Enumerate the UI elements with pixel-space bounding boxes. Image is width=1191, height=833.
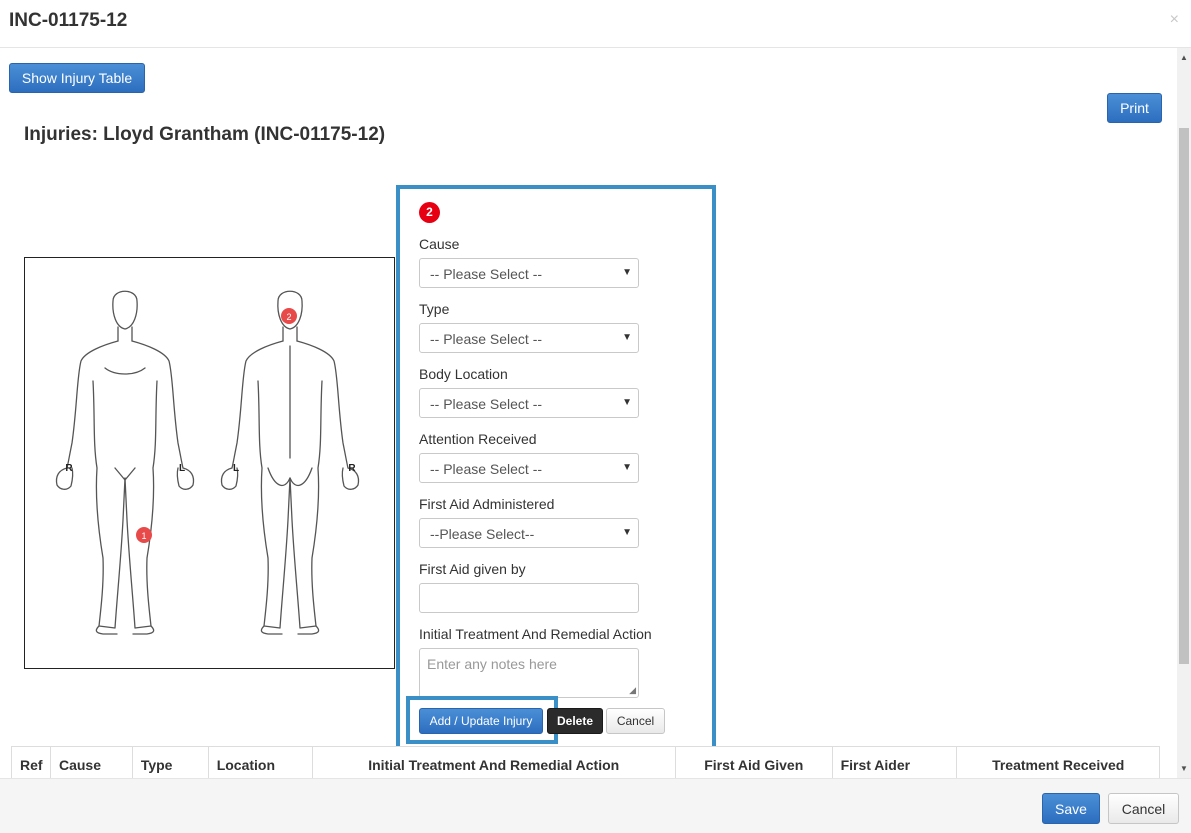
dropdown-arrow-icon: ▼ (622, 397, 632, 408)
show-injury-table-button[interactable]: Show Injury Table (9, 63, 145, 93)
first-aid-administered-label: First Aid Administered (419, 496, 555, 512)
attention-received-select[interactable]: -- Please Select -- ▼ (419, 453, 639, 483)
type-label: Type (419, 301, 450, 317)
attention-received-label: Attention Received (419, 431, 537, 447)
table-header-cause: Cause (51, 747, 133, 780)
first-aid-given-by-input[interactable] (419, 583, 639, 613)
table-header-treatment-received: Treatment Received (992, 757, 1125, 773)
back-left-hand-label: L (233, 463, 239, 474)
print-button[interactable]: Print (1107, 93, 1162, 123)
dropdown-arrow-icon: ▼ (622, 527, 632, 538)
resize-handle-icon[interactable]: ◢ (629, 685, 636, 696)
first-aid-administered-select[interactable]: --Please Select-- ▼ (419, 518, 639, 548)
body-location-label: Body Location (419, 366, 508, 382)
body-location-select-value: -- Please Select -- (430, 396, 543, 412)
table-header-first-aider: First Aider (833, 747, 958, 780)
type-select[interactable]: -- Please Select -- ▼ (419, 323, 639, 353)
table-header-first-aid-given: First Aid Given (676, 747, 833, 780)
injury-marker-2[interactable]: 2 (281, 308, 297, 324)
injury-marker-2-number: 2 (286, 312, 291, 322)
injuries-title: Injuries: Lloyd Grantham (INC-01175-12) (24, 124, 386, 145)
scrollbar-thumb[interactable] (1179, 128, 1189, 664)
cancel-injury-button[interactable]: Cancel (606, 708, 665, 734)
initial-treatment-label: Initial Treatment And Remedial Action (419, 626, 652, 642)
add-update-injury-button[interactable]: Add / Update Injury (419, 708, 543, 734)
table-header-ref: Ref (12, 747, 51, 780)
selected-marker-badge: 2 (419, 202, 440, 223)
table-header-location: Location (209, 747, 313, 780)
back-body-figure (220, 290, 360, 635)
type-select-value: -- Please Select -- (430, 331, 543, 347)
body-diagram[interactable]: R L L R 1 2 (24, 257, 395, 669)
first-aid-given-by-label: First Aid given by (419, 561, 526, 577)
body-outline-figures: R L L R 1 2 (55, 290, 360, 635)
initial-treatment-placeholder: Enter any notes here (427, 656, 557, 672)
modal-header: INC-01175-12 × (0, 0, 1191, 48)
injury-marker-1[interactable]: 1 (136, 527, 152, 543)
first-aid-administered-select-value: --Please Select-- (430, 526, 535, 542)
dropdown-arrow-icon: ▼ (622, 332, 632, 343)
table-header-type: Type (133, 747, 209, 780)
delete-injury-button[interactable]: Delete (547, 708, 603, 734)
dropdown-arrow-icon: ▼ (622, 267, 632, 278)
close-icon[interactable]: × (1170, 11, 1179, 29)
initial-treatment-textarea[interactable]: Enter any notes here ◢ (419, 648, 639, 698)
back-right-hand-label: R (348, 463, 356, 474)
cancel-button[interactable]: Cancel (1108, 793, 1179, 824)
cause-select-value: -- Please Select -- (430, 266, 543, 282)
cause-label: Cause (419, 236, 460, 252)
scroll-down-arrow-icon[interactable]: ▼ (1180, 764, 1188, 773)
injury-marker-1-number: 1 (141, 531, 146, 541)
front-body-figure (55, 290, 195, 635)
scrollbar[interactable]: ▲ ▼ (1177, 48, 1191, 778)
dropdown-arrow-icon: ▼ (622, 462, 632, 473)
table-header-initial-treatment: Initial Treatment And Remedial Action (313, 747, 676, 780)
cause-select[interactable]: -- Please Select -- ▼ (419, 258, 639, 288)
scroll-up-arrow-icon[interactable]: ▲ (1180, 53, 1188, 62)
front-right-hand-label: R (65, 463, 73, 474)
modal-title: INC-01175-12 (9, 10, 128, 31)
modal-footer (0, 778, 1191, 833)
body-location-select[interactable]: -- Please Select -- ▼ (419, 388, 639, 418)
injury-table-header: Ref Cause Type Location Initial Treatmen… (11, 746, 1160, 780)
front-left-hand-label: L (179, 463, 185, 474)
attention-received-select-value: -- Please Select -- (430, 461, 543, 477)
save-button[interactable]: Save (1042, 793, 1100, 824)
